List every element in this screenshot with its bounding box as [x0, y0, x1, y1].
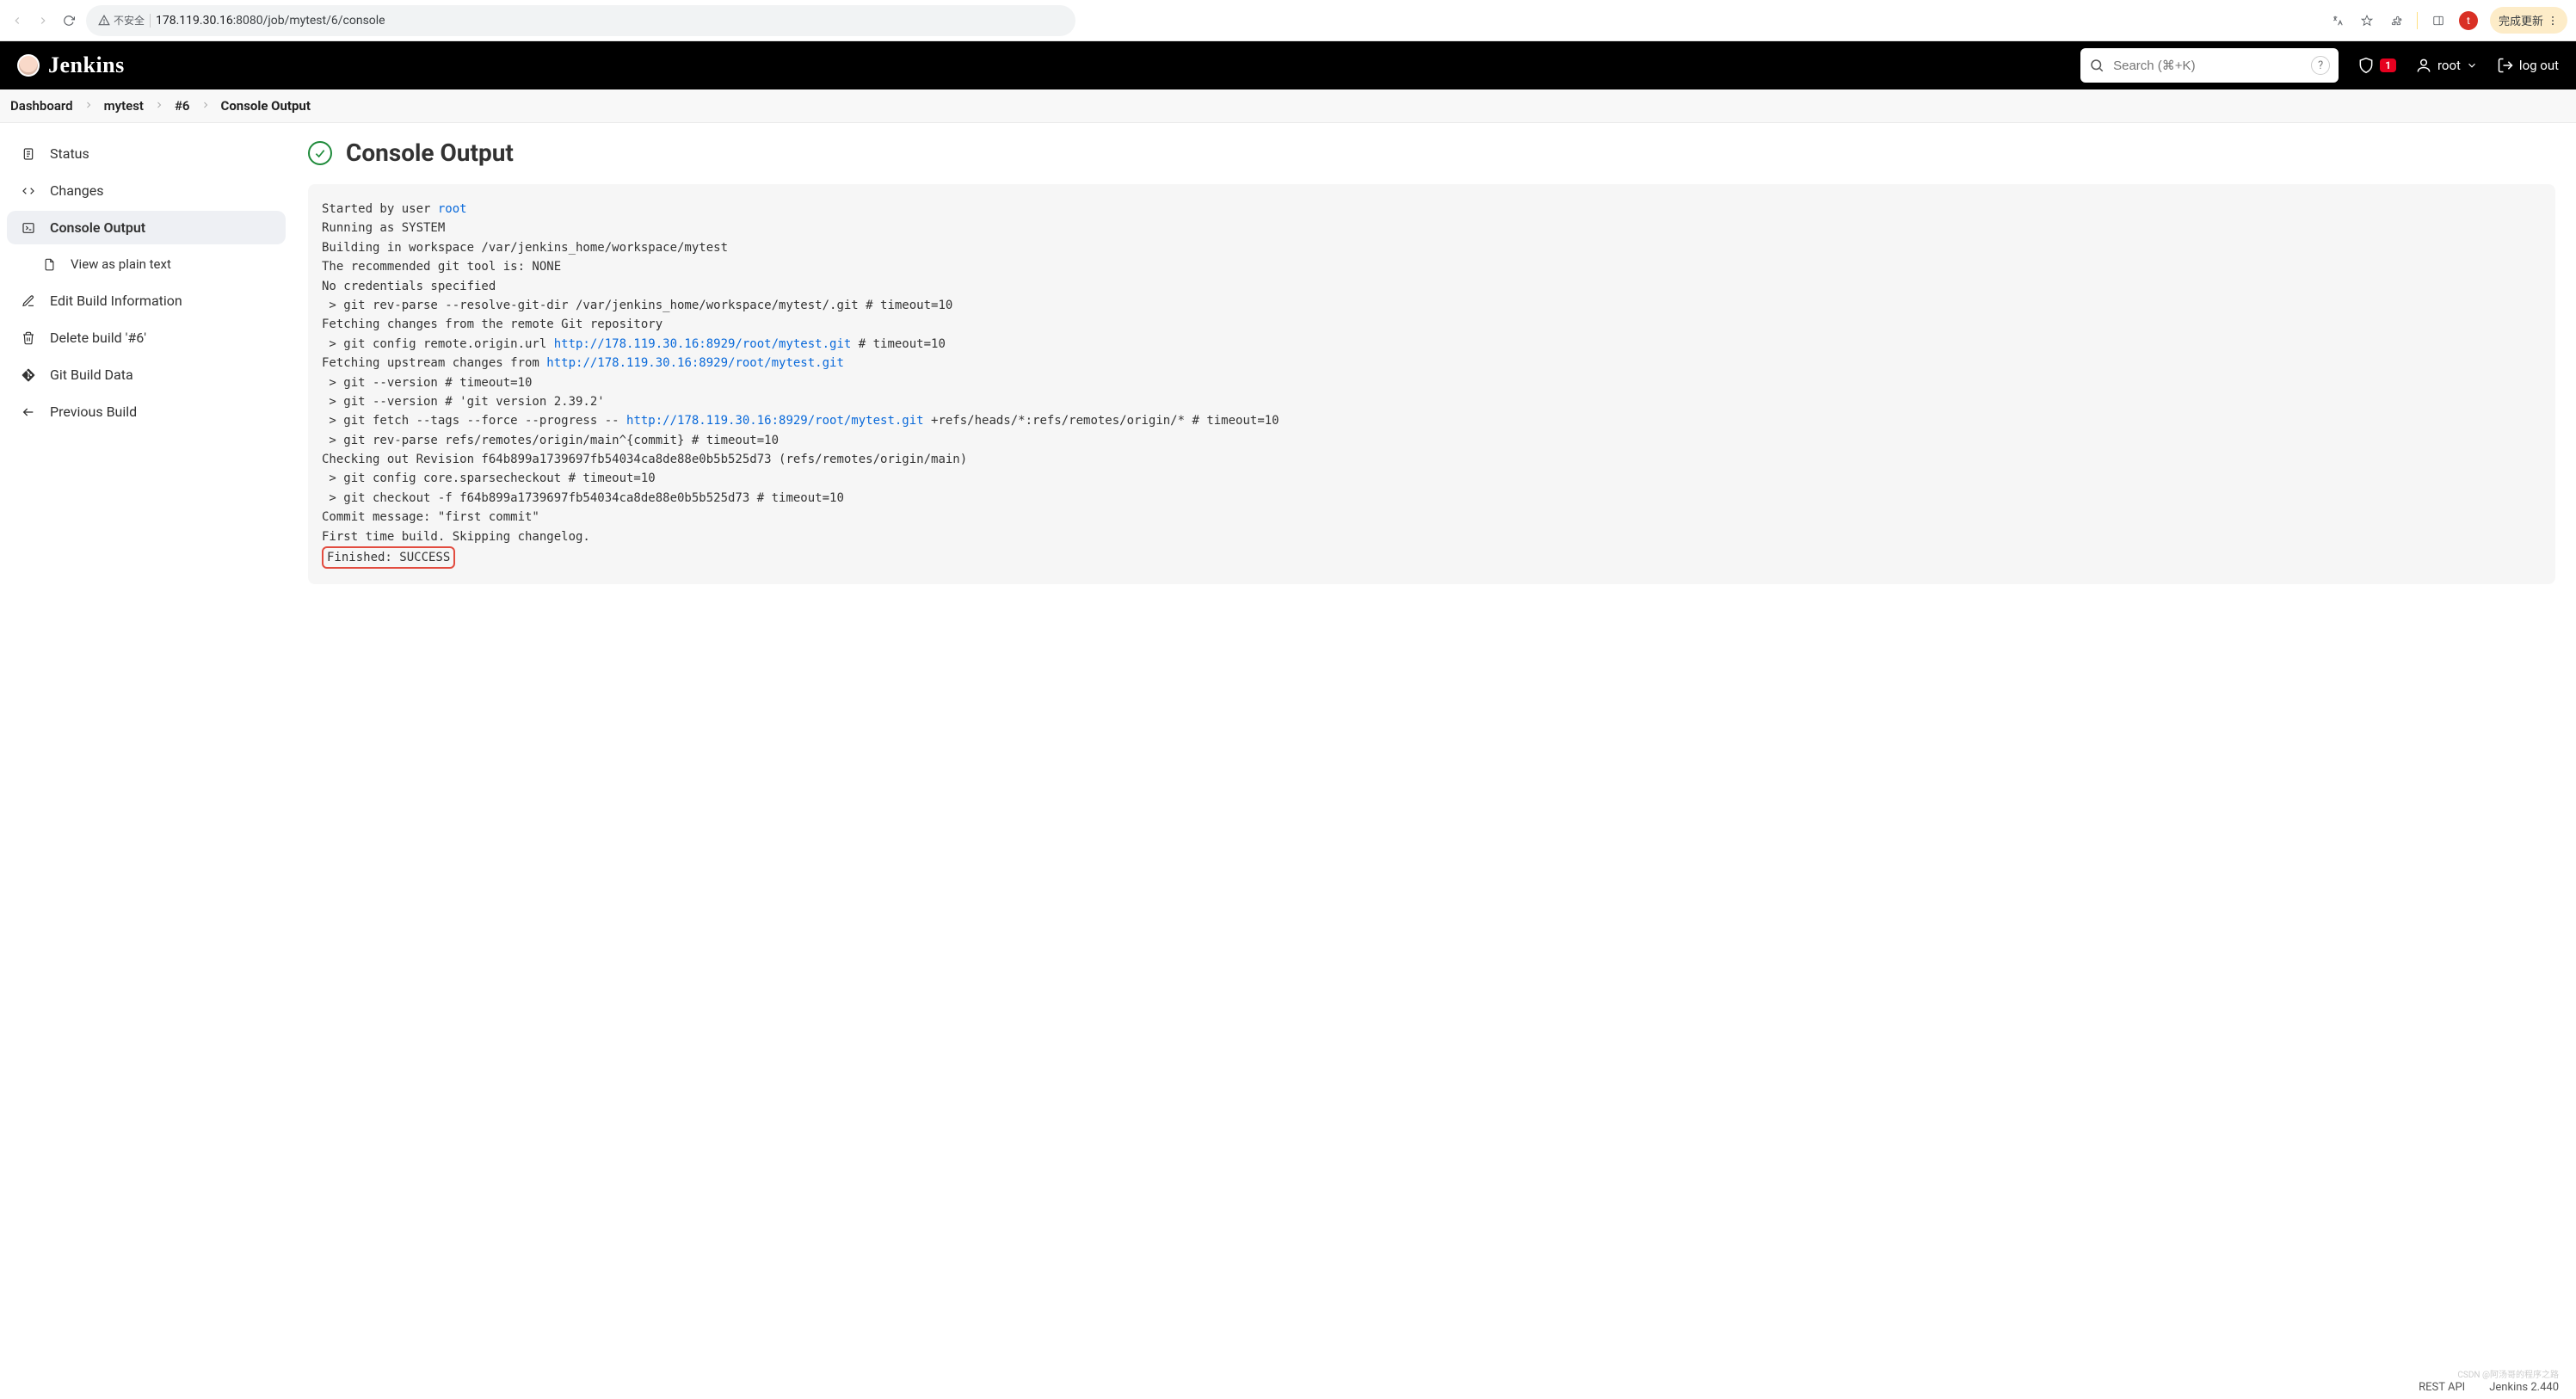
console-link[interactable]: http://178.119.30.16:8929/root/mytest.gi…	[626, 414, 924, 428]
sidebar-item-label: Status	[50, 145, 89, 162]
logout-label: log out	[2519, 58, 2559, 73]
insecure-label: 不安全	[114, 13, 145, 28]
insecure-badge: 不安全	[98, 13, 145, 28]
page-heading: Console Output	[308, 139, 2555, 167]
user-menu[interactable]: root	[2415, 57, 2478, 74]
git-icon	[19, 368, 38, 382]
shield-icon	[2357, 57, 2375, 74]
console-user-link[interactable]: root	[438, 202, 467, 216]
console-icon	[19, 221, 38, 235]
sidebar-item-label: Git Build Data	[50, 367, 133, 383]
sidebar-item-label: Console Output	[50, 219, 145, 236]
browser-toolbar: 不安全 178.119.30.16:8080/job/mytest/6/cons…	[0, 0, 2576, 41]
search-input[interactable]	[2113, 59, 2302, 73]
extensions-icon[interactable]	[2388, 12, 2405, 29]
profile-avatar[interactable]: t	[2459, 11, 2478, 30]
logout-button[interactable]: log out	[2497, 57, 2559, 74]
status-icon	[19, 147, 38, 161]
chevron-right-icon	[83, 98, 94, 114]
console-link[interactable]: http://178.119.30.16:8929/root/mytest.gi…	[554, 337, 852, 351]
success-check-icon	[308, 141, 332, 165]
page-title: Console Output	[346, 139, 514, 167]
jenkins-logo[interactable]: Jenkins	[17, 52, 125, 78]
chevron-right-icon	[154, 98, 164, 114]
chevron-right-icon	[200, 98, 211, 114]
jenkins-face-icon	[17, 54, 40, 77]
trash-icon	[19, 331, 38, 345]
user-name: root	[2437, 58, 2461, 73]
sidebar-item-view-as-plain-text[interactable]: View as plain text	[7, 248, 286, 280]
footer: REST API Jenkins 2.440	[2419, 1381, 2559, 1394]
search-box[interactable]: ?	[2080, 48, 2339, 83]
chevron-down-icon	[2466, 59, 2478, 71]
translate-icon[interactable]	[2329, 12, 2346, 29]
complete-update-button[interactable]: 完成更新	[2490, 7, 2567, 34]
separator	[2417, 12, 2418, 29]
edit-icon	[19, 294, 38, 308]
breadcrumb-item[interactable]: #6	[175, 98, 190, 114]
sidebar-item-edit-build-information[interactable]: Edit Build Information	[7, 284, 286, 317]
console-link[interactable]: http://178.119.30.16:8929/root/mytest.gi…	[546, 356, 844, 370]
console-output: Started by user root Running as SYSTEM B…	[308, 184, 2555, 584]
sidebar-item-label: Edit Build Information	[50, 293, 182, 309]
sidebar-item-status[interactable]: Status	[7, 137, 286, 170]
sidebar-item-changes[interactable]: Changes	[7, 174, 286, 207]
back-icon	[19, 405, 38, 419]
breadcrumb-item[interactable]: Dashboard	[10, 98, 73, 114]
version-label: Jenkins 2.440	[2489, 1381, 2559, 1394]
bookmark-star-icon[interactable]	[2358, 12, 2376, 29]
alert-count-badge: 1	[2380, 59, 2396, 72]
sidebar-item-delete-build-6-[interactable]: Delete build '#6'	[7, 321, 286, 354]
user-icon	[2415, 57, 2432, 74]
logout-icon	[2497, 57, 2514, 74]
breadcrumb: Dashboard mytest #6 Console Output	[0, 89, 2576, 123]
sidebar-item-label: Previous Build	[50, 404, 137, 420]
jenkins-header: Jenkins ? 1 root log out	[0, 41, 2576, 89]
browser-back-button[interactable]	[9, 12, 26, 29]
breadcrumb-item[interactable]: Console Output	[221, 98, 311, 114]
security-alerts[interactable]: 1	[2357, 57, 2396, 74]
browser-forward-button[interactable]	[34, 12, 52, 29]
finished-highlight: Finished: SUCCESS	[322, 546, 455, 569]
search-icon	[2089, 58, 2105, 73]
breadcrumb-item[interactable]: mytest	[104, 98, 144, 114]
sidebar-item-previous-build[interactable]: Previous Build	[7, 395, 286, 428]
sidebar: Status Changes Console Output View as plain…	[0, 123, 293, 619]
url-text: 178.119.30.16:8080/job/mytest/6/console	[156, 14, 385, 28]
search-help-icon[interactable]: ?	[2311, 56, 2330, 75]
changes-icon	[19, 184, 38, 198]
sidebar-item-label: View as plain text	[71, 256, 171, 272]
browser-reload-button[interactable]	[60, 12, 77, 29]
sidebar-item-label: Changes	[50, 182, 104, 199]
rest-api-link[interactable]: REST API	[2419, 1381, 2465, 1394]
panel-icon[interactable]	[2430, 12, 2447, 29]
watermark: CSDN @阿汤哥的程序之路	[2457, 1367, 2559, 1380]
doc-icon	[40, 258, 59, 271]
sidebar-item-console-output[interactable]: Console Output	[7, 211, 286, 244]
url-bar[interactable]: 不安全 178.119.30.16:8080/job/mytest/6/cons…	[86, 5, 1075, 36]
jenkins-brand: Jenkins	[48, 52, 125, 78]
main-content: Console Output Started by user root Runn…	[293, 123, 2576, 619]
sidebar-item-git-build-data[interactable]: Git Build Data	[7, 358, 286, 391]
sidebar-item-label: Delete build '#6'	[50, 330, 146, 346]
